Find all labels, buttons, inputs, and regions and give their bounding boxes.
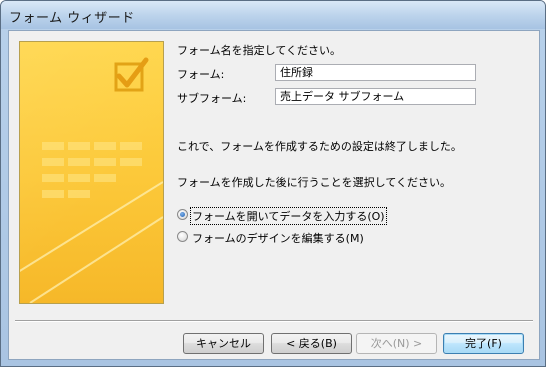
title-bar[interactable]: フォーム ウィザード xyxy=(1,1,545,29)
form-wizard-window: フォーム ウィザード フォーム名を指定してください。 フォーム: 住所録 サブフ… xyxy=(0,0,546,367)
radio-edit-design[interactable] xyxy=(177,231,188,242)
back-button[interactable]: < 戻る(B) xyxy=(271,333,352,354)
radio-open-form[interactable] xyxy=(177,209,188,220)
form-name-label: フォーム: xyxy=(177,68,225,81)
option-open-form-label[interactable]: フォームを開いてデータを入力する(O) xyxy=(190,207,387,225)
next-action-prompt: フォームを作成した後に行うことを選択してください。 xyxy=(177,176,452,189)
cancel-button[interactable]: キャンセル xyxy=(183,333,264,354)
subform-name-field[interactable]: 売上データ サブフォーム xyxy=(275,88,476,105)
finish-button[interactable]: 完了(F) xyxy=(443,333,524,354)
button-separator xyxy=(15,320,533,322)
next-button[interactable]: 次へ(N) > xyxy=(356,333,437,354)
subform-name-label: サブフォーム: xyxy=(177,92,247,105)
window-title: フォーム ウィザード xyxy=(9,11,135,26)
wizard-body: フォーム名を指定してください。 フォーム: 住所録 サブフォーム: 売上データ … xyxy=(8,30,540,360)
option-edit-design-label[interactable]: フォームのデザインを編集する(M) xyxy=(191,230,365,246)
instruction-text: フォーム名を指定してください。 xyxy=(177,44,342,57)
checkbox-check-icon xyxy=(114,57,149,92)
banner-graphic xyxy=(20,57,163,303)
completion-message: これで、フォームを作成するための設定は終了しました。 xyxy=(177,140,462,153)
wizard-banner-image xyxy=(19,41,164,304)
form-name-field[interactable]: 住所録 xyxy=(275,64,476,81)
